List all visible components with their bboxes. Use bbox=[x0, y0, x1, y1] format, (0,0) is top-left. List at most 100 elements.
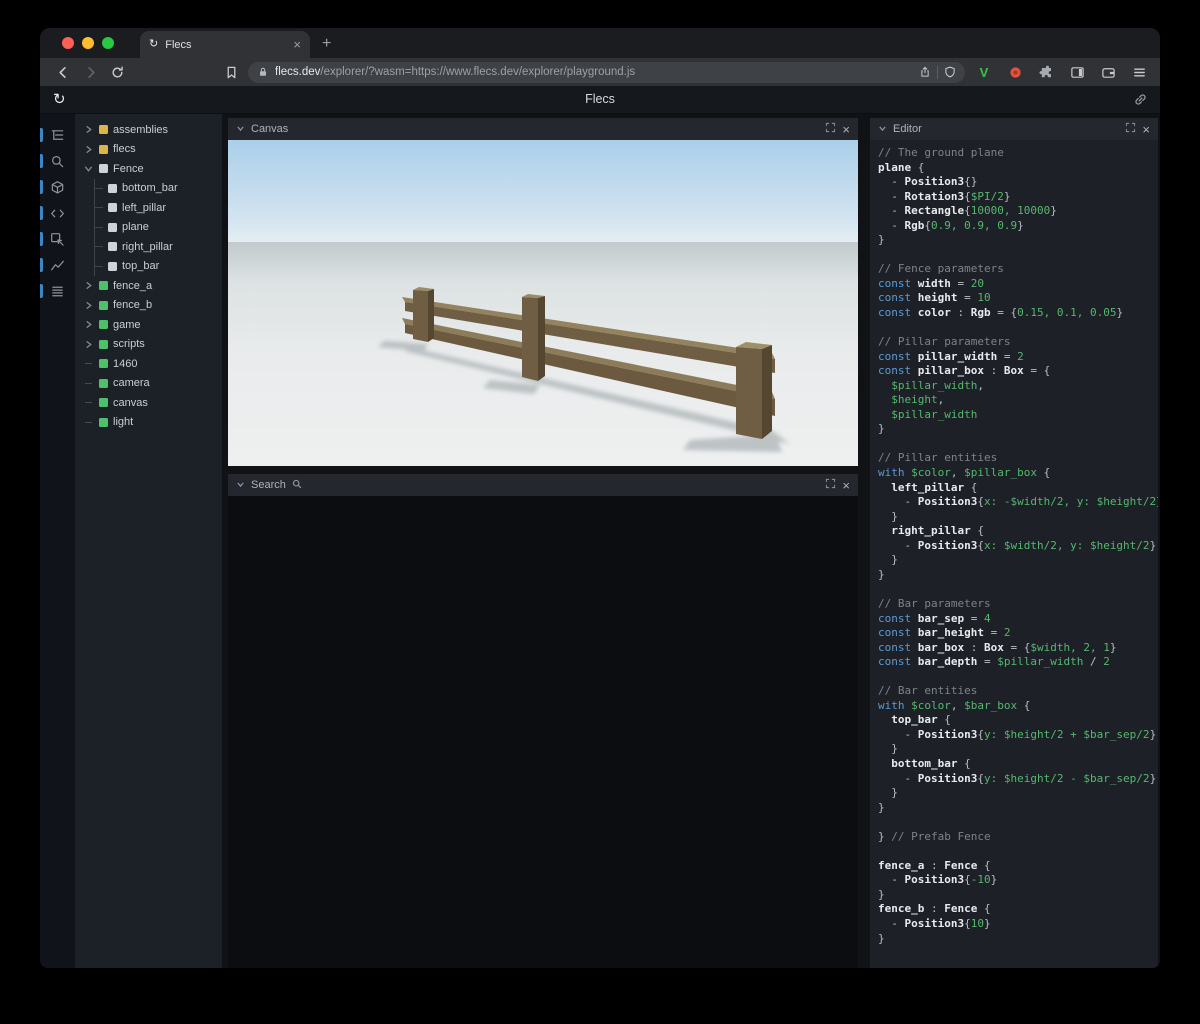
tree-item-left_pillar[interactable]: left_pillar bbox=[95, 198, 222, 218]
menu-icon[interactable] bbox=[1130, 63, 1148, 81]
expand-icon[interactable] bbox=[825, 120, 836, 138]
tree-item-camera[interactable]: camera bbox=[75, 374, 222, 394]
tab-strip: ↻ Flecs × + bbox=[40, 28, 1160, 58]
bookmark-icon bbox=[227, 66, 235, 78]
stats-button[interactable] bbox=[40, 278, 75, 304]
tree-item-label: bottom_bar bbox=[122, 182, 178, 195]
new-tab-button[interactable]: + bbox=[322, 35, 331, 53]
tree-item-fence_b[interactable]: fence_b bbox=[75, 296, 222, 316]
scene-button[interactable] bbox=[40, 174, 75, 200]
search-panel-header: Search × bbox=[228, 474, 858, 496]
active-indicator bbox=[40, 206, 43, 220]
code-line: } // Prefab Fence bbox=[878, 829, 991, 843]
address-bar[interactable]: flecs.dev/explorer/?wasm=https://www.fle… bbox=[248, 61, 965, 83]
tree-item-label: fence_a bbox=[113, 279, 153, 292]
tree-item-label: top_bar bbox=[122, 260, 160, 273]
code-line: const bar_box : Box = {$width, 2, 1} bbox=[878, 640, 1117, 654]
tree-item-bottom_bar[interactable]: bottom_bar bbox=[95, 179, 222, 199]
code-icon bbox=[51, 209, 64, 217]
collapse-caret-icon[interactable] bbox=[878, 120, 887, 138]
expander-icon bbox=[83, 378, 94, 389]
expander-icon[interactable] bbox=[83, 144, 94, 155]
inspector-button[interactable] bbox=[40, 226, 75, 252]
chart-button[interactable] bbox=[40, 252, 75, 278]
tree-item-label: canvas bbox=[113, 396, 148, 409]
code-line: with $color, $bar_box { bbox=[878, 698, 1031, 712]
tree-item-flecs[interactable]: flecs bbox=[75, 140, 222, 160]
tree-item-assemblies[interactable]: assemblies bbox=[75, 120, 222, 140]
query-search-button[interactable] bbox=[40, 148, 75, 174]
tree-item-game[interactable]: game bbox=[75, 315, 222, 335]
browser-window: ↻ Flecs × + flecs.dev/explorer/?wasm=htt… bbox=[40, 28, 1160, 968]
tree-item-fence_a[interactable]: fence_a bbox=[75, 276, 222, 296]
expander-icon[interactable] bbox=[83, 280, 94, 291]
expand-icon[interactable] bbox=[1125, 120, 1136, 138]
tab-close-icon[interactable]: × bbox=[293, 37, 301, 52]
collapse-caret-icon[interactable] bbox=[236, 120, 245, 138]
tree-item-Fence[interactable]: Fence bbox=[75, 159, 222, 179]
script-code-button[interactable] bbox=[40, 200, 75, 226]
share-link-icon[interactable] bbox=[1133, 92, 1148, 112]
browser-tab[interactable]: ↻ Flecs × bbox=[140, 31, 310, 58]
entity-kind-square bbox=[99, 359, 108, 369]
code-line: const color : Rgb = {0.15, 0.1, 0.05} bbox=[878, 306, 1124, 320]
bookmark-button[interactable] bbox=[222, 63, 240, 81]
code-line: const pillar_box : Box = { bbox=[878, 364, 1051, 378]
entity-kind-square bbox=[108, 222, 117, 232]
forward-button[interactable] bbox=[81, 63, 99, 81]
expander-icon[interactable] bbox=[83, 163, 94, 174]
app-body: assemblies flecs Fence bottom_bar left_pilla… bbox=[40, 114, 1160, 968]
tree-item-canvas[interactable]: canvas bbox=[75, 393, 222, 413]
code-line: - Position3{x: $width/2, y: $height/2} bbox=[878, 538, 1157, 552]
active-indicator bbox=[40, 128, 43, 142]
brave-shield-icon[interactable] bbox=[944, 66, 956, 78]
code-line: - Position3{x: -$width/2, y: $height/2} bbox=[878, 495, 1158, 509]
close-window-button[interactable] bbox=[62, 37, 74, 49]
sidebar-panel-icon[interactable] bbox=[1068, 63, 1086, 81]
minimize-window-button[interactable] bbox=[82, 37, 94, 49]
expander-icon[interactable] bbox=[83, 339, 94, 350]
code-line: } bbox=[878, 509, 898, 523]
red-extension-icon[interactable] bbox=[1006, 63, 1024, 81]
expand-icon[interactable] bbox=[825, 476, 836, 494]
search-results-area[interactable] bbox=[228, 496, 858, 968]
code-line: const bar_height = 2 bbox=[878, 626, 1011, 640]
tree-item-right_pillar[interactable]: right_pillar bbox=[95, 237, 222, 257]
tree-item-plane[interactable]: plane bbox=[95, 218, 222, 238]
close-icon[interactable]: × bbox=[1142, 123, 1150, 136]
zoom-window-button[interactable] bbox=[102, 37, 114, 49]
url-text: flecs.dev/explorer/?wasm=https://www.fle… bbox=[275, 66, 913, 78]
canvas-viewport[interactable] bbox=[228, 140, 858, 466]
puzzle-icon[interactable] bbox=[1037, 63, 1055, 81]
canvas-panel: Canvas × bbox=[228, 118, 858, 466]
tree-item-1460[interactable]: 1460 bbox=[75, 354, 222, 374]
back-button[interactable] bbox=[54, 63, 72, 81]
tab-title: Flecs bbox=[165, 38, 192, 51]
v-extension-icon[interactable]: V bbox=[975, 63, 993, 81]
code-line: - Rgb{0.9, 0.9, 0.9} bbox=[878, 218, 1024, 232]
editor-code[interactable]: // The ground plane plane { - Position3{}… bbox=[870, 140, 1158, 968]
tree-item-top_bar[interactable]: top_bar bbox=[95, 257, 222, 277]
code-line: - Position3{y: $height/2 + $bar_sep/2} bbox=[878, 727, 1157, 741]
entity-tree-button[interactable] bbox=[40, 122, 75, 148]
expander-icon[interactable] bbox=[83, 124, 94, 135]
expander-icon bbox=[83, 358, 94, 369]
expander-icon[interactable] bbox=[83, 300, 94, 311]
wallet-icon[interactable] bbox=[1099, 63, 1117, 81]
stats-rows-icon bbox=[52, 286, 63, 296]
reload-button[interactable] bbox=[108, 63, 126, 81]
flecs-logo-icon[interactable]: ↻ bbox=[53, 90, 66, 108]
tree-item-label: light bbox=[113, 416, 134, 429]
tree-item-scripts[interactable]: scripts bbox=[75, 335, 222, 355]
expander-icon[interactable] bbox=[83, 319, 94, 330]
code-line: // Fence parameters bbox=[878, 262, 1004, 276]
share-icon[interactable] bbox=[919, 66, 931, 78]
close-icon[interactable]: × bbox=[842, 123, 850, 136]
collapse-caret-icon[interactable] bbox=[236, 476, 245, 494]
close-icon[interactable]: × bbox=[842, 479, 850, 492]
tree-item-light[interactable]: light bbox=[75, 413, 222, 433]
search-icon bbox=[52, 155, 64, 167]
tree-item-label: plane bbox=[122, 221, 149, 234]
